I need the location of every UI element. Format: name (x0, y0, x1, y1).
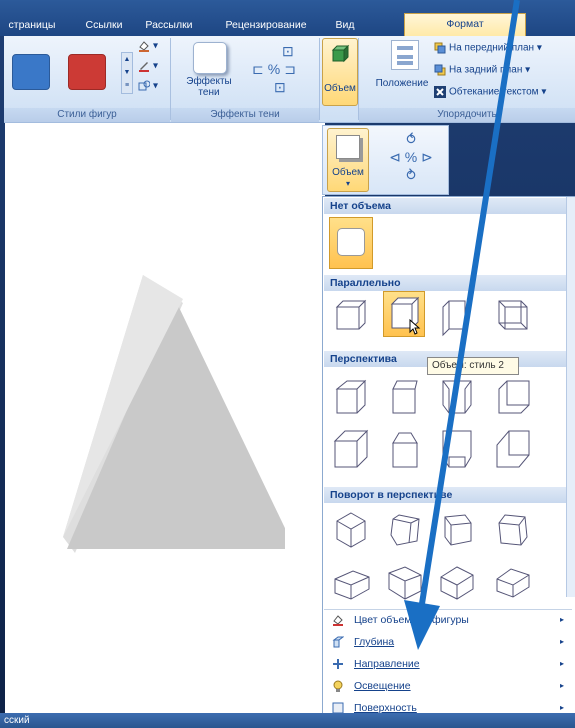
section-parallel: Параллельно (324, 275, 568, 291)
parallel-style-3[interactable] (437, 293, 477, 337)
shape-icon (138, 80, 150, 91)
shadow-nudge-controls[interactable]: ⊡ ⊏% ⊐ ⊡ (252, 42, 312, 98)
volume-cube-icon (336, 135, 360, 159)
volume-button[interactable]: Объем (322, 38, 358, 106)
document-page (5, 123, 325, 713)
rotation-style-6[interactable] (385, 559, 425, 603)
position-icon[interactable] (391, 40, 419, 70)
perspective-style-8[interactable] (493, 427, 533, 471)
submenu-arrow-icon: ▸ (559, 659, 564, 668)
chevron-down-icon: ▾ (345, 179, 350, 188)
perspective-style-2[interactable] (385, 375, 425, 419)
tilt-up-icon[interactable]: ⥀ (381, 130, 441, 148)
style-gallery-scroll[interactable]: ▲ ▼ ≡ (121, 52, 133, 94)
text-wrap-button[interactable]: Обтекание текстом ▾ (434, 86, 546, 98)
3d-triangle-shape[interactable] (35, 273, 285, 573)
shadow-effects-icon[interactable] (193, 42, 227, 74)
group-label-shape-styles: Стили фигур (4, 108, 170, 122)
rotation-style-4[interactable] (493, 507, 533, 551)
shadow-effects-button[interactable]: Эффекты тени (180, 76, 238, 98)
volume-button-label: Объем (324, 83, 356, 94)
tab-review[interactable]: Рецензирование (216, 15, 316, 35)
ribbon-tab-strip: страницы Ссылки Рассылки Рецензирование … (0, 0, 575, 37)
outline-color-button[interactable]: ▾ (138, 60, 158, 72)
shape-style-red-swatch[interactable] (68, 54, 106, 90)
rotation-style-5[interactable] (331, 559, 371, 603)
paint-bucket-icon (139, 41, 149, 52)
tilt-down-icon[interactable]: ⥁ (381, 166, 441, 184)
perspective-style-7[interactable] (437, 427, 477, 471)
direction-icon (333, 659, 343, 669)
rotation-style-7[interactable] (437, 559, 477, 603)
send-back-icon (434, 64, 446, 76)
rotation-style-3[interactable] (437, 507, 477, 551)
text-wrap-icon (434, 86, 446, 98)
nudge-down-icon[interactable]: ⊡ (274, 79, 286, 95)
nudge-right-icon[interactable]: ⊐ (284, 61, 296, 77)
bring-front-icon (434, 42, 446, 54)
tooltip: Объем: стиль 2 (427, 357, 519, 375)
menu-depth[interactable]: Глубина ▸ (324, 633, 572, 651)
tab-page-layout[interactable]: страницы (2, 15, 62, 35)
tilt-controls[interactable]: ⥀ ⊲ % ⊳ ⥁ (381, 130, 441, 184)
section-perspective-rotation: Поворот в перспективе (324, 487, 568, 503)
change-shape-button[interactable]: ▾ (138, 80, 158, 92)
menu-volume-color[interactable]: Цвет объемной фигуры ▸ (324, 611, 572, 629)
fill-color-button[interactable]: ▾ (138, 40, 158, 52)
group-label-shadow-effects: Эффекты тени (171, 108, 319, 122)
pen-icon (139, 62, 149, 72)
ribbon: ▲ ▼ ≡ ▾ ▾ ▾ Стили фигур Эффекты тени ⊡ ⊏% ⊐… (4, 36, 575, 123)
volume-toggle-icon[interactable]: % (405, 149, 417, 165)
nudge-left-icon[interactable]: ⊏ (252, 61, 264, 77)
group-label-arrange: Упорядочить (359, 108, 575, 122)
perspective-style-1[interactable] (331, 375, 371, 419)
submenu-arrow-icon: ▸ (559, 681, 564, 690)
send-to-back-button[interactable]: На задний план ▾ (434, 64, 530, 76)
tab-mailings[interactable]: Рассылки (140, 15, 198, 35)
shadow-toggle-icon[interactable]: % (268, 61, 280, 77)
perspective-style-6[interactable] (385, 427, 425, 471)
status-language[interactable]: сский (4, 715, 30, 726)
cube-icon (331, 44, 350, 63)
parallel-style-2[interactable] (383, 291, 425, 337)
volume-dropdown-button[interactable]: Объем ▾ (327, 128, 369, 192)
shape-style-blue-swatch[interactable] (12, 54, 50, 90)
no-volume-option[interactable] (329, 217, 373, 269)
menu-direction[interactable]: Направление ▸ (324, 655, 572, 673)
volume-toolbar: Объем ▾ ⥀ ⊲ % ⊳ ⥁ (322, 125, 449, 195)
lightbulb-icon (333, 680, 343, 692)
status-bar: сский (0, 713, 575, 728)
volume-dropdown-label: Объем (332, 167, 364, 178)
perspective-style-3[interactable] (437, 375, 477, 419)
rotation-style-1[interactable] (331, 507, 371, 551)
divider (319, 38, 320, 120)
parallel-style-1[interactable] (331, 293, 371, 337)
rotation-style-8[interactable] (493, 559, 533, 603)
perspective-style-4[interactable] (493, 375, 533, 419)
divider (324, 609, 572, 610)
volume-gallery: Нет объема Параллельно Перспектива Объем… (322, 196, 575, 715)
depth-icon (332, 636, 344, 648)
perspective-style-5[interactable] (331, 427, 371, 471)
nudge-up-icon[interactable]: ⊡ (282, 43, 294, 59)
parallel-style-4[interactable] (493, 293, 533, 337)
flat-square-icon (337, 228, 365, 256)
menu-lighting[interactable]: Освещение ▸ (324, 677, 572, 695)
paint-bucket-icon (333, 615, 343, 626)
submenu-arrow-icon: ▸ (559, 615, 564, 624)
rotation-style-2[interactable] (385, 507, 425, 551)
submenu-arrow-icon: ▸ (559, 637, 564, 646)
tab-references[interactable]: Ссылки (80, 15, 128, 35)
tab-format[interactable]: Формат (404, 13, 526, 37)
tilt-left-icon[interactable]: ⊲ (389, 149, 401, 165)
section-no-volume: Нет объема (324, 198, 568, 214)
tilt-right-icon[interactable]: ⊳ (421, 149, 433, 165)
position-button[interactable]: Положение (372, 78, 432, 89)
tab-view[interactable]: Вид (330, 15, 360, 35)
gallery-scrollbar[interactable] (566, 197, 575, 597)
bring-to-front-button[interactable]: На передний план ▾ (434, 42, 542, 54)
